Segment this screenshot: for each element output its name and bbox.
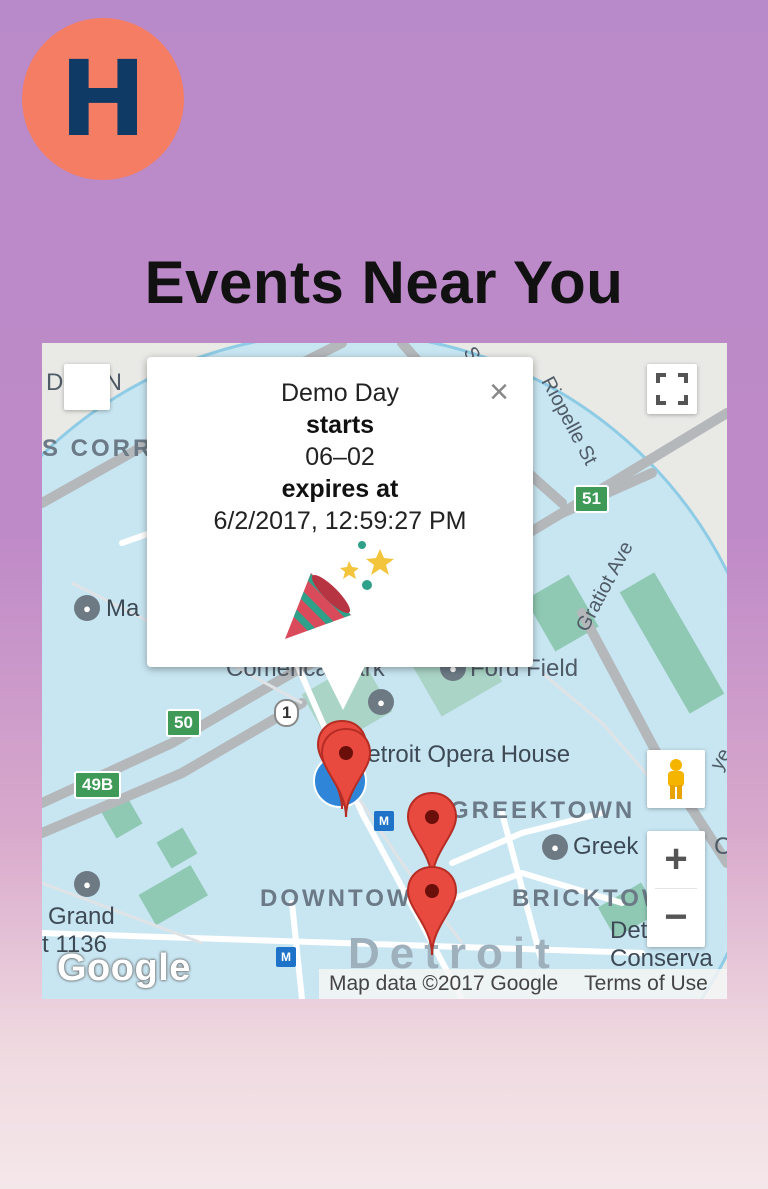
- poi-icon-grand: ●: [74, 871, 100, 897]
- app-logo: H: [22, 18, 184, 180]
- map-data-text: Map data ©2017 Google: [329, 972, 559, 995]
- poi-icon: ●: [74, 595, 100, 621]
- events-map[interactable]: DOWN S CORR Riopelle St ● Ma Comerica Pa…: [42, 343, 727, 999]
- map-label-greektown-area: GREEKTOWN: [450, 797, 636, 824]
- route-shield-50: 50: [166, 709, 201, 737]
- page-title: Events Near You: [144, 249, 624, 316]
- logo-letter: H: [59, 38, 147, 160]
- fullscreen-button[interactable]: [647, 364, 697, 414]
- expires-label: expires at: [281, 475, 399, 503]
- zoom-controls: + −: [647, 831, 705, 947]
- map-label-greektown-poi: Greek: [573, 833, 639, 860]
- terms-of-use-link[interactable]: Terms of Use: [584, 972, 708, 996]
- poi-icon-greektown: ●: [542, 834, 568, 860]
- map-label-s-corr: S CORR: [42, 435, 154, 462]
- map-attribution: Map data ©2017 Google Terms of Use: [319, 969, 727, 999]
- zoom-out-button[interactable]: −: [647, 889, 705, 946]
- metro-icon-2: M: [276, 947, 296, 967]
- event-marker-icon-2[interactable]: [320, 727, 372, 819]
- event-info-window: × Demo Day starts 06–02 expires at 6/2/2…: [147, 357, 533, 710]
- map-label-ma: Ma: [106, 595, 140, 622]
- street-view-button[interactable]: [647, 750, 705, 808]
- map-label-c: C: [714, 833, 727, 860]
- metro-icon: M: [374, 811, 394, 831]
- event-name: Demo Day: [280, 379, 400, 407]
- route-shield-1: 1: [274, 699, 300, 727]
- map-label-grand: Grand: [48, 903, 115, 930]
- expires-value: 6/2/2017, 12:59:27 PM: [213, 507, 467, 535]
- event-marker-icon-4[interactable]: [406, 865, 458, 957]
- pegman-icon: [668, 759, 684, 799]
- fullscreen-icon: [656, 373, 688, 405]
- starts-label: starts: [305, 411, 375, 439]
- info-window-tail: [321, 666, 365, 710]
- party-popper-icon: [285, 541, 394, 639]
- map-label-detroit-opera-house: Detroit Opera House: [350, 741, 571, 768]
- zoom-in-button[interactable]: +: [647, 831, 705, 888]
- route-shield-49b: 49B: [74, 771, 122, 799]
- event-details: Demo Day starts 06–02 expires at 6/2/201…: [147, 377, 533, 537]
- google-logo[interactable]: Google: [57, 947, 191, 990]
- route-shield-51: 51: [574, 485, 609, 513]
- poi-icon-comerica: ●: [368, 689, 394, 715]
- starts-value: 06–02: [305, 443, 375, 471]
- map-type-button[interactable]: [64, 364, 110, 410]
